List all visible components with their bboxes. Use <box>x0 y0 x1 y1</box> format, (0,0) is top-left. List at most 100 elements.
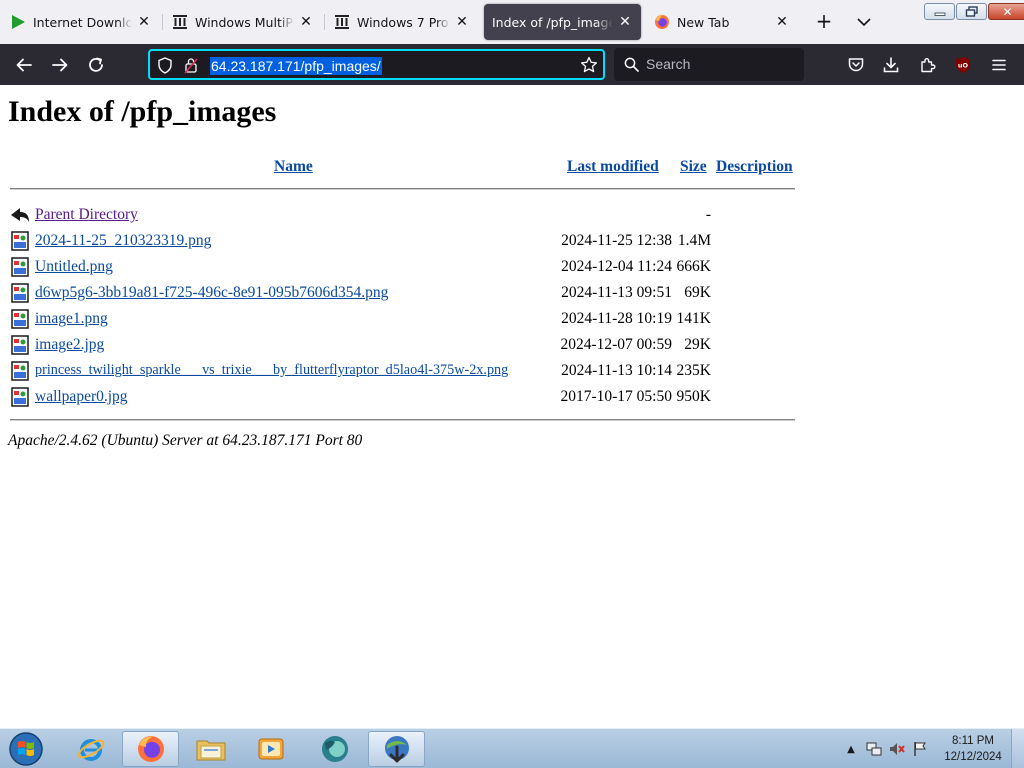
taskbar: ▲ 8:11 PM 12/12/2024 <box>0 728 1024 768</box>
search-icon <box>624 57 639 72</box>
hamburger-menu-icon <box>992 59 1006 71</box>
tab-win7[interactable]: Windows 7 Professional ✕ <box>326 4 478 40</box>
archive-org-icon <box>334 14 350 30</box>
reload-button[interactable] <box>83 52 109 78</box>
new-tab-button[interactable]: + <box>812 10 836 34</box>
firefox-icon <box>137 736 164 762</box>
file-explorer-icon <box>196 740 225 761</box>
file-size: 141K <box>676 310 711 327</box>
file-link[interactable]: Untitled.png <box>35 258 113 276</box>
column-header-name[interactable]: Name <box>274 158 313 176</box>
file-link[interactable]: d6wp5g6-3bb19a81-f725-496c-8e91-095b7606… <box>35 284 388 302</box>
taskbar-internet-explorer[interactable] <box>62 731 119 767</box>
url-input[interactable]: 64.23.187.171/pfp_images/ <box>210 57 382 75</box>
image-file-icon <box>11 309 29 329</box>
close-icon[interactable]: ✕ <box>617 14 633 30</box>
forward-button[interactable] <box>47 52 73 78</box>
file-link[interactable]: image1.png <box>35 310 108 328</box>
taskbar-globe-app[interactable] <box>306 731 363 767</box>
close-icon[interactable]: ✕ <box>454 14 470 30</box>
app-menu-button[interactable] <box>986 52 1012 78</box>
clock-date: 12/12/2024 <box>944 751 1002 763</box>
tab-separator <box>162 14 163 30</box>
window-controls: ✕ <box>924 3 1024 21</box>
file-size: - <box>705 206 711 223</box>
media-player-icon <box>258 738 283 760</box>
puzzle-piece-icon <box>921 58 936 73</box>
file-size: 29K <box>684 336 711 353</box>
file-modified: 2024-11-25 12:38 <box>561 232 672 249</box>
pocket-icon <box>848 58 864 72</box>
taskbar-firefox[interactable] <box>122 731 179 767</box>
address-bar[interactable]: 64.23.187.171/pfp_images/ <box>148 49 605 80</box>
column-header-description[interactable]: Description <box>716 158 793 176</box>
file-row: 2024-11-25_210323319.png 2024-11-25 12:3… <box>10 230 800 252</box>
divider <box>10 188 795 190</box>
file-size: 69K <box>684 284 711 301</box>
volume-muted-icon[interactable] <box>888 740 906 758</box>
back-arrow-icon <box>16 58 32 72</box>
taskbar-media-player[interactable] <box>242 731 299 767</box>
file-size: 1.4M <box>677 232 711 249</box>
show-desktop-button[interactable] <box>1011 729 1024 768</box>
archive-org-icon <box>172 14 188 30</box>
divider <box>10 419 795 421</box>
minimize-button[interactable] <box>924 3 955 20</box>
tab-idm[interactable]: Internet Download Manager ✕ <box>2 4 160 40</box>
tab-title: New Tab <box>677 14 730 30</box>
page-title: Index of /pfp_images <box>8 95 277 128</box>
svg-text:uO: uO <box>958 62 969 70</box>
search-input[interactable]: Search <box>646 56 690 72</box>
search-bar[interactable]: Search <box>614 48 804 81</box>
file-size: 235K <box>676 362 711 379</box>
forward-arrow-icon <box>52 58 68 72</box>
back-button[interactable] <box>11 52 37 78</box>
tab-title: Windows MultiPoint Server <box>195 14 294 30</box>
start-button[interactable] <box>4 730 48 768</box>
file-link[interactable]: princess_twilight_sparkle___vs_trixie___… <box>35 362 508 379</box>
idm-icon <box>384 736 409 763</box>
file-row: image1.png 2024-11-28 10:19 141K <box>10 308 800 330</box>
file-modified: 2017-10-17 05:50 <box>560 388 672 405</box>
reload-icon <box>89 57 103 72</box>
tab-multipoint[interactable]: Windows MultiPoint Server ✕ <box>164 4 322 40</box>
taskbar-idm[interactable] <box>368 731 425 767</box>
image-file-icon <box>11 361 29 381</box>
tab-index-pfp-images[interactable]: Index of /pfp_images ✕ <box>484 4 641 40</box>
close-icon[interactable]: ✕ <box>298 14 314 30</box>
network-icon[interactable] <box>865 740 883 758</box>
extensions-button[interactable] <box>915 52 941 78</box>
column-header-size[interactable]: Size <box>680 158 707 176</box>
shield-icon[interactable] <box>157 57 173 74</box>
bookmark-star-icon[interactable] <box>580 56 598 74</box>
downloads-button[interactable] <box>878 52 904 78</box>
globe-icon <box>321 736 348 762</box>
close-icon: ✕ <box>1002 4 1013 19</box>
close-icon[interactable]: ✕ <box>774 14 790 30</box>
pocket-button[interactable] <box>843 52 869 78</box>
system-clock[interactable]: 8:11 PM 12/12/2024 <box>938 733 1008 765</box>
tab-separator <box>324 14 325 30</box>
ublock-origin-button[interactable]: uO <box>950 52 976 78</box>
file-modified: 2024-12-04 11:24 <box>561 258 672 275</box>
image-file-icon <box>11 283 29 303</box>
image-file-icon <box>11 387 29 407</box>
file-modified: 2024-11-28 10:19 <box>561 310 672 327</box>
taskbar-file-explorer[interactable] <box>182 731 239 767</box>
file-link[interactable]: image2.jpg <box>35 336 104 354</box>
parent-directory-link[interactable]: Parent Directory <box>35 206 138 224</box>
close-icon[interactable]: ✕ <box>136 14 152 30</box>
show-hidden-icons-button[interactable]: ▲ <box>842 740 860 758</box>
close-window-button[interactable]: ✕ <box>988 3 1024 20</box>
action-center-flag-icon[interactable] <box>911 740 929 758</box>
file-link[interactable]: 2024-11-25_210323319.png <box>35 232 211 250</box>
column-header-last-modified[interactable]: Last modified <box>567 158 659 176</box>
parent-directory-row: Parent Directory - <box>10 204 800 226</box>
insecure-lock-icon[interactable] <box>184 57 198 74</box>
tab-new-tab[interactable]: New Tab ✕ <box>646 4 798 40</box>
system-tray: ▲ <box>842 729 934 768</box>
list-all-tabs-button[interactable] <box>852 10 876 34</box>
file-link[interactable]: wallpaper0.jpg <box>35 388 128 406</box>
ublock-shield-icon: uO <box>956 57 970 73</box>
restore-button[interactable] <box>956 3 987 20</box>
